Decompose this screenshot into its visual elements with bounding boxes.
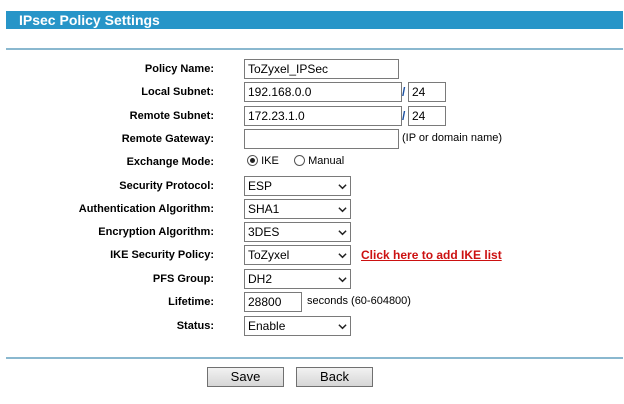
chevron-down-icon xyxy=(338,184,347,190)
policy-name-input[interactable] xyxy=(244,59,399,79)
remote-gateway-label: Remote Gateway: xyxy=(121,133,214,145)
encryption-algorithm-label: Encryption Algorithm: xyxy=(98,226,214,238)
ike-security-policy-select[interactable]: ToZyxel xyxy=(244,245,351,265)
lifetime-hint: seconds (60-604800) xyxy=(307,295,411,307)
remote-subnet-input[interactable] xyxy=(244,106,402,126)
encryption-algorithm-row: Encryption Algorithm: 3DES xyxy=(0,222,624,244)
policy-name-row: Policy Name: xyxy=(0,59,624,81)
pfs-group-row: PFS Group: DH2 xyxy=(0,269,624,291)
policy-name-label: Policy Name: xyxy=(144,63,214,75)
back-button[interactable]: Back xyxy=(296,367,373,387)
save-button[interactable]: Save xyxy=(207,367,284,387)
encryption-algorithm-select[interactable]: 3DES xyxy=(244,222,351,242)
add-ike-list-link[interactable]: Click here to add IKE list xyxy=(361,248,502,262)
lifetime-row: Lifetime: seconds (60-604800) xyxy=(0,292,624,314)
remote-subnet-row: Remote Subnet: / xyxy=(0,106,624,128)
auth-algorithm-select[interactable]: SHA1 xyxy=(244,199,351,219)
lifetime-label: Lifetime: xyxy=(168,296,214,308)
remote-subnet-label: Remote Subnet: xyxy=(129,110,214,122)
local-subnet-row: Local Subnet: / xyxy=(0,82,624,104)
auth-algorithm-row: Authentication Algorithm: SHA1 xyxy=(0,199,624,221)
exchange-mode-radio-group: IKE Manual xyxy=(247,155,344,167)
pfs-group-value: DH2 xyxy=(248,272,273,286)
remote-subnet-mask-input[interactable] xyxy=(408,106,446,126)
remote-gateway-hint: (IP or domain name) xyxy=(402,132,503,144)
ike-security-policy-label: IKE Security Policy: xyxy=(110,249,214,261)
security-protocol-value: ESP xyxy=(248,179,273,193)
ike-security-policy-row: IKE Security Policy: ToZyxel Click here … xyxy=(0,245,624,267)
auth-algorithm-value: SHA1 xyxy=(248,202,280,216)
security-protocol-row: Security Protocol: ESP xyxy=(0,176,624,198)
local-subnet-mask-input[interactable] xyxy=(408,82,446,102)
ike-radio-label: IKE xyxy=(261,155,279,167)
chevron-down-icon xyxy=(338,277,347,283)
top-divider xyxy=(6,48,623,50)
chevron-down-icon xyxy=(338,324,347,330)
page-title: IPsec Policy Settings xyxy=(6,11,623,29)
exchange-mode-row: Exchange Mode: IKE Manual xyxy=(0,152,624,174)
pfs-group-select[interactable]: DH2 xyxy=(244,269,351,289)
chevron-down-icon xyxy=(338,230,347,236)
remote-gateway-row: Remote Gateway: (IP or domain name) xyxy=(0,129,624,151)
local-subnet-label: Local Subnet: xyxy=(141,86,214,98)
manual-radio-label: Manual xyxy=(308,155,345,167)
ike-radio[interactable] xyxy=(247,155,258,166)
chevron-down-icon xyxy=(338,207,347,213)
manual-radio[interactable] xyxy=(294,155,306,166)
encryption-algorithm-value: 3DES xyxy=(248,225,280,239)
exchange-mode-label: Exchange Mode: xyxy=(126,156,214,168)
security-protocol-select[interactable]: ESP xyxy=(244,176,351,196)
local-subnet-slash: / xyxy=(402,85,406,99)
status-value: Enable xyxy=(248,319,286,333)
status-label: Status: xyxy=(176,320,214,332)
auth-algorithm-label: Authentication Algorithm: xyxy=(78,203,214,215)
status-select[interactable]: Enable xyxy=(244,316,351,336)
remote-gateway-input[interactable] xyxy=(244,129,399,149)
ike-security-policy-value: ToZyxel xyxy=(248,248,290,262)
chevron-down-icon xyxy=(338,253,347,259)
local-subnet-input[interactable] xyxy=(244,82,402,102)
lifetime-input[interactable] xyxy=(244,292,302,312)
status-row: Status: Enable xyxy=(0,316,624,338)
security-protocol-label: Security Protocol: xyxy=(119,180,214,192)
remote-subnet-slash: / xyxy=(402,109,406,123)
bottom-divider xyxy=(6,357,623,359)
pfs-group-label: PFS Group: xyxy=(152,273,214,285)
